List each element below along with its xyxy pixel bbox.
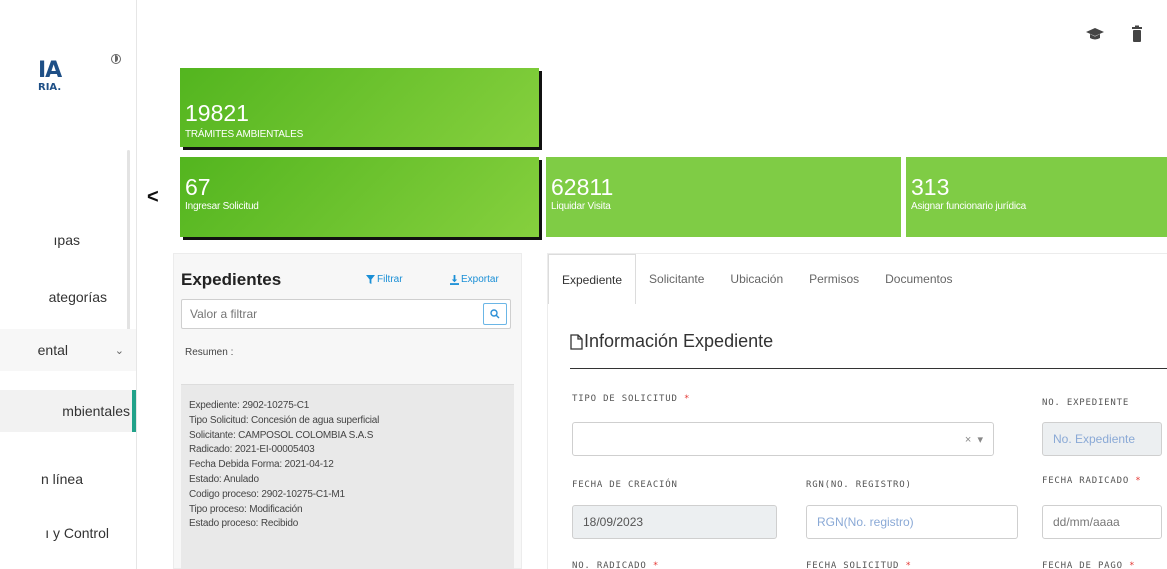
stat-card-label: Liquidar Visita	[551, 201, 611, 212]
expedientes-panel: Expedientes Filtrar Exportar Resumen : E…	[173, 253, 522, 569]
tab-expediente[interactable]: Expediente	[548, 254, 637, 304]
search-button[interactable]	[483, 303, 507, 325]
sidebar-item-label: n línea	[40, 471, 83, 487]
tab-bar: Expediente Solicitante Ubicación Permiso…	[548, 254, 1167, 304]
search-box	[181, 299, 511, 329]
sidebar-item-label: ıpas	[53, 232, 80, 248]
expediente-summary[interactable]: Expediente: 2902-10275-C1 Tipo Solicitud…	[181, 385, 514, 569]
clear-icon[interactable]: ×	[965, 434, 971, 446]
logo: IA RIA.	[38, 60, 98, 94]
section-title: Información Expediente	[570, 331, 773, 352]
sidebar-item-tramites-ambientales[interactable]: mbientales	[0, 390, 136, 432]
summary-line: Codigo proceso: 2902-10275-C1-M1	[189, 488, 345, 500]
fecha-creacion-input[interactable]	[573, 506, 776, 538]
fecha-radicado-input[interactable]	[1043, 506, 1161, 538]
stat-card-tramites[interactable]: 19821 TRÁMITES AMBIENTALES	[180, 68, 539, 147]
stat-card-label: TRÁMITES AMBIENTALES	[185, 129, 304, 140]
export-button[interactable]: Exportar	[450, 274, 499, 285]
filter-icon	[366, 275, 375, 284]
sidebar-item-mapas[interactable]: ıpas	[0, 219, 136, 261]
stat-card-value: 19821	[185, 100, 249, 126]
fecha-solicitud-label: FECHA SOLICITUD *	[806, 561, 912, 569]
export-label: Exportar	[461, 274, 499, 285]
stat-card-ingresar-solicitud[interactable]: 67 Ingresar Solicitud	[180, 157, 539, 237]
logo-main: IA	[38, 58, 62, 83]
expedientes-title: Expedientes	[181, 270, 282, 289]
sidebar-item-categorias[interactable]: ategorías	[0, 276, 136, 318]
summary-line: Tipo Solicitud: Concesión de agua superf…	[189, 414, 380, 426]
sidebar-item-label: ı y Control	[45, 525, 109, 541]
sidebar-item-label: ental	[37, 342, 68, 358]
stat-card-value: 313	[911, 174, 950, 200]
search-icon	[490, 309, 500, 319]
summary-line: Radicado: 2021-EI-00005403	[189, 444, 315, 456]
section-title-text: Información Expediente	[584, 331, 774, 351]
sidebar-item-label: mbientales	[62, 403, 130, 419]
graduation-cap-icon[interactable]	[1085, 24, 1105, 44]
rgn-label: RGN(NO. REGISTRO)	[806, 480, 912, 490]
fecha-radicado-field[interactable]	[1042, 505, 1162, 539]
logo-sub: RIA.	[38, 82, 62, 93]
stat-card-liquidar-visita[interactable]: 62811 Liquidar Visita	[546, 157, 901, 237]
no-radicado-label: NO. RADICADO *	[572, 561, 660, 569]
summary-line: Tipo proceso: Modificación	[189, 503, 303, 515]
fecha-creacion-label: FECHA DE CREACIÓN	[572, 480, 678, 490]
document-icon	[570, 333, 583, 350]
tipo-solicitud-select[interactable]: × ▾	[572, 422, 994, 456]
tab-documentos[interactable]: Documentos	[872, 254, 965, 304]
fecha-pago-label: FECHA DE PAGO *	[1042, 561, 1136, 569]
sidebar-item-label: ategorías	[48, 289, 107, 305]
tab-solicitante[interactable]: Solicitante	[636, 254, 717, 304]
tipo-solicitud-label: TIPO DE SOLICITUD *	[572, 394, 691, 404]
no-expediente-label: NO. EXPEDIENTE	[1042, 398, 1130, 408]
chevron-down-icon: ⌄	[114, 344, 124, 357]
summary-line: Expediente: 2902-10275-C1	[189, 400, 310, 411]
select-controls: × ▾	[965, 433, 983, 446]
summary-line: Solicitante: CAMPOSOL COLOMBIA S.A.S	[189, 429, 374, 441]
summary-line: Fecha Debida Forma: 2021-04-12	[189, 459, 334, 471]
chevron-down-icon[interactable]: ▾	[977, 434, 983, 446]
rgn-field[interactable]	[806, 505, 1018, 539]
tab-ubicacion[interactable]: Ubicación	[717, 254, 796, 304]
stat-card-asignar-funcionario[interactable]: 313 Asignar funcionario jurídica	[906, 157, 1167, 237]
fecha-radicado-label: FECHA RADICADO *	[1042, 476, 1142, 486]
collapse-arrow-button[interactable]: <	[147, 186, 159, 209]
expediente-form-panel: Expediente Solicitante Ubicación Permiso…	[547, 253, 1167, 569]
summary-line: Estado: Anulado	[189, 473, 259, 485]
stat-card-label: Ingresar Solicitud	[185, 201, 259, 212]
download-icon	[450, 274, 459, 285]
sidebar: IA RIA. ıpas ategorías ental ⌄ mbientale…	[0, 0, 137, 569]
trash-icon[interactable]	[1127, 24, 1147, 44]
theme-toggle-icon[interactable]	[111, 54, 121, 64]
section-divider	[570, 368, 1167, 369]
sidebar-item-en-linea[interactable]: n línea	[0, 458, 136, 500]
no-expediente-field[interactable]	[1042, 422, 1162, 456]
filter-button[interactable]: Filtrar	[366, 274, 403, 285]
sidebar-item-ambiental[interactable]: ental ⌄	[0, 329, 136, 371]
tab-permisos[interactable]: Permisos	[796, 254, 872, 304]
stat-card-value: 62811	[551, 174, 614, 200]
search-input[interactable]	[182, 300, 482, 328]
no-expediente-input[interactable]	[1043, 423, 1161, 455]
summary-line: Estado proceso: Recibido	[189, 518, 299, 530]
resumen-label: Resumen :	[185, 347, 234, 358]
sidebar-item-control[interactable]: ı y Control	[0, 512, 136, 554]
rgn-input[interactable]	[807, 506, 1017, 538]
fecha-creacion-field[interactable]	[572, 505, 777, 539]
filter-label: Filtrar	[377, 274, 403, 285]
stat-card-value: 67	[185, 174, 211, 200]
stat-card-label: Asignar funcionario jurídica	[911, 201, 1027, 212]
